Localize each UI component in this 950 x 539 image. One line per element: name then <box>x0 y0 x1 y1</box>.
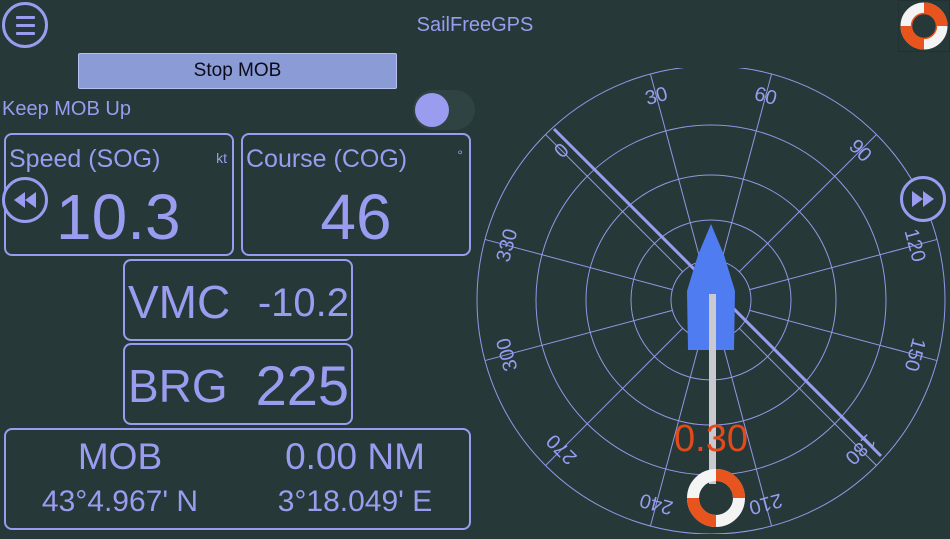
vmc-label: VMC <box>128 276 231 328</box>
menu-button[interactable] <box>2 2 48 48</box>
course-value: 46 <box>320 181 392 253</box>
lifebuoy-button[interactable] <box>897 0 950 53</box>
previous-button[interactable] <box>2 177 48 223</box>
brg-label: BRG <box>128 360 228 412</box>
vmc-panel: VMC -10.2 <box>123 259 353 341</box>
mob-distance: 0.00 NM <box>285 436 425 477</box>
vmc-value: -10.2 <box>257 281 349 325</box>
lifebuoy-icon <box>897 0 950 53</box>
fast-forward-icon <box>912 191 934 207</box>
next-button[interactable] <box>900 176 946 222</box>
toggle-knob <box>415 93 449 127</box>
course-unit: ° <box>457 147 463 163</box>
stop-mob-button[interactable]: Stop MOB <box>78 53 397 89</box>
compass-label: 240 <box>637 489 675 519</box>
compass-label: 210 <box>747 489 785 519</box>
mob-latitude: 43°4.967' N <box>41 485 199 518</box>
compass-plot: 0 30 60 90 120 150 180 210 240 270 300 330 <box>475 65 950 535</box>
compass-label: 300 <box>493 336 523 374</box>
brg-panel: BRG 225 <box>123 343 353 425</box>
speed-label: Speed (SOG) <box>9 145 161 173</box>
compass-svg: 030 6090120150180210240270300330 <box>476 65 946 535</box>
course-panel: Course (COG) ° 46 <box>241 133 471 256</box>
speed-value: 10.3 <box>56 181 181 253</box>
brg-value: 225 <box>255 354 349 417</box>
course-label: Course (COG) <box>246 145 408 173</box>
keep-mob-label: Keep MOB Up <box>2 98 131 120</box>
mob-longitude: 3°18.049' E <box>277 485 433 518</box>
mob-distance-marker: 0.30 <box>674 418 748 460</box>
compass-label: 150 <box>900 336 930 374</box>
compass-label: 60 <box>752 83 779 110</box>
rewind-icon <box>14 192 36 208</box>
compass-label: 30 <box>643 83 670 110</box>
mob-label: MOB <box>77 436 163 477</box>
speed-unit: kt <box>216 150 227 166</box>
app-title: SailFreeGPS <box>416 14 534 36</box>
mob-panel: MOB 0.00 NM 43°4.967' N 3°18.049' E <box>4 428 471 530</box>
menu-icon <box>16 16 35 19</box>
menu-icon-bar <box>16 32 35 35</box>
keep-mob-toggle[interactable] <box>413 90 475 130</box>
compass-label: 330 <box>493 226 523 264</box>
compass-label: 120 <box>900 226 930 264</box>
menu-icon-bar <box>16 24 35 27</box>
